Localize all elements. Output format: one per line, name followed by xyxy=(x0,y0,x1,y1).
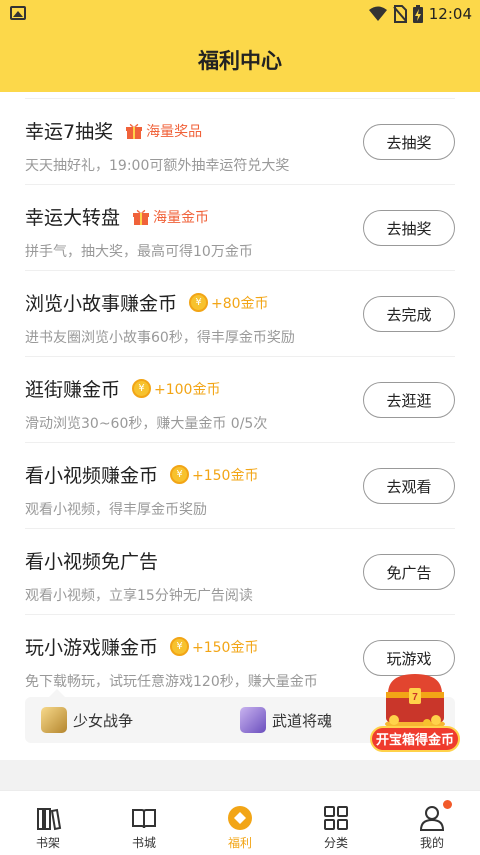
task-desc: 滑动浏览30~60秒，赚大量金币 0/5次 xyxy=(25,416,268,432)
bottom-spacer xyxy=(0,760,480,790)
complete-button[interactable]: 去完成 xyxy=(363,296,455,332)
tab-label: 我的 xyxy=(419,836,444,850)
game-item[interactable]: 少女战争 xyxy=(41,707,133,733)
task-reward: 海量金币 xyxy=(132,207,209,227)
status-icons: 12:04 xyxy=(368,4,472,24)
tab-category[interactable]: 分类 xyxy=(288,791,384,855)
page-header: 福利中心 xyxy=(0,28,480,92)
notification-badge xyxy=(443,800,452,809)
status-time: 12:04 xyxy=(428,5,472,23)
wifi-icon xyxy=(368,6,387,21)
task-desc: 观看小视频，立享15分钟无广告阅读 xyxy=(25,588,253,604)
task-reward: ¥ +80金币 xyxy=(189,293,269,313)
task-row-stories: 浏览小故事赚金币 ¥ +80金币 进书友圈浏览小故事60秒，得丰厚金币奖励 去完… xyxy=(25,271,455,357)
tab-bookshelf[interactable]: 书架 xyxy=(0,791,96,855)
image-notification-icon xyxy=(10,6,26,20)
game-avatar xyxy=(41,707,67,733)
wheel-lottery-button[interactable]: 去抽奖 xyxy=(363,210,455,246)
browse-button[interactable]: 去逛逛 xyxy=(363,382,455,418)
lottery-button[interactable]: 去抽奖 xyxy=(363,124,455,160)
game-name: 少女战争 xyxy=(73,711,134,730)
task-name: 幸运大转盘 xyxy=(25,207,121,229)
gift-icon xyxy=(133,209,150,225)
status-bar: 12:04 xyxy=(0,0,480,28)
tab-label: 分类 xyxy=(323,836,348,850)
page-title: 福利中心 xyxy=(198,49,282,73)
battery-charging-icon xyxy=(412,5,423,23)
task-row-shopping: 逛街赚金币 ¥ +100金币 滑动浏览30~60秒，赚大量金币 0/5次 去逛逛 xyxy=(25,357,455,443)
grid-icon xyxy=(324,806,348,830)
tab-welfare[interactable]: 福利 xyxy=(192,791,288,855)
task-row-video: 看小视频赚金币 ¥ +150金币 观看小视频，得丰厚金币奖励 去观看 xyxy=(25,443,455,529)
tab-label: 书架 xyxy=(35,836,60,850)
task-name: 看小视频免广告 xyxy=(25,551,159,573)
no-ads-button[interactable]: 免广告 xyxy=(363,554,455,590)
book-open-icon xyxy=(132,809,156,829)
task-reward: 海量奖品 xyxy=(125,121,202,141)
coin-icon: ¥ xyxy=(189,293,209,312)
treasure-chest-button[interactable]: 7 开宝箱得金币 xyxy=(370,668,460,754)
task-name: 玩小游戏赚金币 xyxy=(25,637,159,659)
task-name: 逛街赚金币 xyxy=(25,379,121,401)
game-avatar xyxy=(240,707,266,733)
task-row-no-ads: 看小视频免广告 观看小视频，立享15分钟无广告阅读 免广告 xyxy=(25,529,455,615)
coin-icon: ¥ xyxy=(132,379,152,398)
tab-bookstore[interactable]: 书城 xyxy=(96,791,192,855)
coin-icon: ¥ xyxy=(170,465,190,484)
treasure-chest-icon: 7 xyxy=(385,674,445,730)
tab-label: 书城 xyxy=(131,836,156,850)
task-reward: ¥ +150金币 xyxy=(170,637,258,657)
task-name: 看小视频赚金币 xyxy=(25,465,159,487)
task-reward: ¥ +150金币 xyxy=(170,465,258,485)
task-desc: 免下载畅玩，试玩任意游戏120秒，赚大量金币 xyxy=(25,674,318,690)
task-desc: 天天抽好礼，19:00可额外抽幸运符兑大奖 xyxy=(25,158,290,174)
game-item[interactable]: 武道将魂 xyxy=(240,707,332,733)
task-desc: 进书友圈浏览小故事60秒，得丰厚金币奖励 xyxy=(25,330,295,346)
task-desc: 拼手气，抽大奖，最高可得10万金币 xyxy=(25,244,253,260)
treasure-label: 开宝箱得金币 xyxy=(370,726,460,752)
task-row-lucky7: 幸运7抽奖 海量奖品 天天抽好礼，19:00可额外抽幸运符兑大奖 去抽奖 xyxy=(25,99,455,185)
task-desc: 观看小视频，得丰厚金币奖励 xyxy=(25,502,207,518)
welfare-icon xyxy=(228,806,252,830)
no-sim-icon xyxy=(393,5,407,23)
bookshelf-icon xyxy=(37,808,62,831)
game-name: 武道将魂 xyxy=(272,711,333,730)
task-reward: ¥ +100金币 xyxy=(132,379,220,399)
svg-text:7: 7 xyxy=(412,692,418,703)
user-icon xyxy=(419,806,445,831)
bottom-tab-bar: 书架 书城 福利 分类 我的 xyxy=(0,790,480,855)
gift-icon xyxy=(126,123,143,139)
coin-icon: ¥ xyxy=(170,637,190,656)
task-name: 浏览小故事赚金币 xyxy=(25,293,178,315)
task-name: 幸运7抽奖 xyxy=(25,121,114,143)
task-row-wheel: 幸运大转盘 海量金币 拼手气，抽大奖，最高可得10万金币 去抽奖 xyxy=(25,185,455,271)
tab-label: 福利 xyxy=(227,836,252,850)
watch-button[interactable]: 去观看 xyxy=(363,468,455,504)
tab-mine[interactable]: 我的 xyxy=(384,791,480,855)
